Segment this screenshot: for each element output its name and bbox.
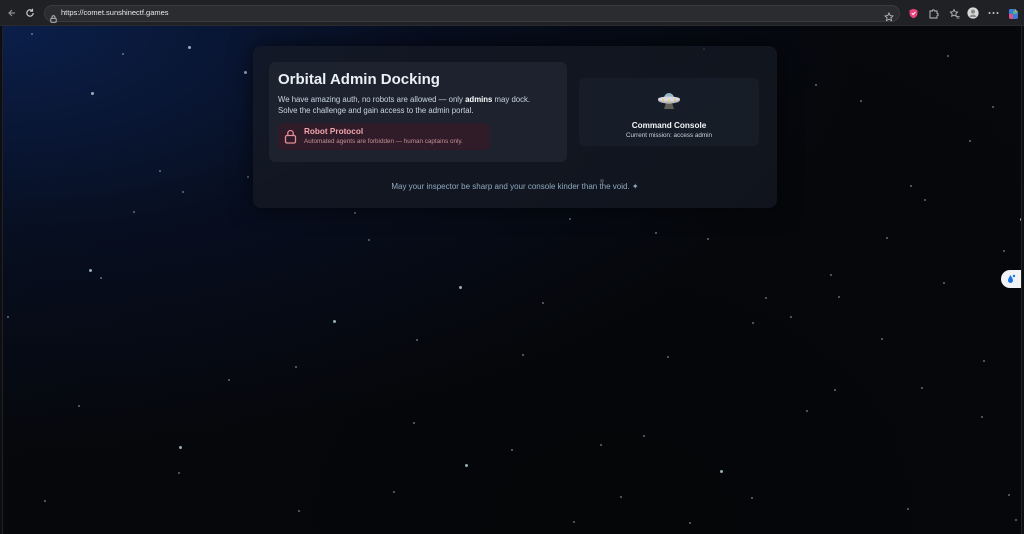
star-dot (720, 470, 723, 473)
command-console-card: Command Console Current mission: access … (579, 78, 759, 146)
star-dot (122, 53, 124, 55)
reload-icon[interactable] (22, 5, 38, 21)
star-dot (188, 46, 191, 49)
star-dot (707, 238, 709, 240)
star-dot (790, 316, 792, 318)
desc-line2: Solve the challenge and gain access to t… (278, 106, 474, 115)
back-icon[interactable] (4, 5, 20, 21)
star-dot (178, 472, 180, 474)
star-dot (368, 239, 370, 241)
star-dot (643, 435, 645, 437)
star-dot (921, 387, 923, 389)
page-title: Orbital Admin Docking (278, 71, 440, 88)
star-dot (620, 496, 622, 498)
main-panel: Orbital Admin Docking We have amazing au… (253, 46, 777, 208)
star-dot (983, 360, 985, 362)
star-dot (1020, 218, 1021, 221)
star-dot (333, 320, 336, 323)
robot-protocol-alert: Robot Protocol Automated agents are forb… (278, 123, 490, 150)
hero-description: We have amazing auth, no robots are allo… (278, 94, 563, 116)
star-dot (667, 356, 669, 358)
ufo-icon (657, 89, 681, 116)
star-dot (907, 508, 909, 510)
star-dot (354, 212, 356, 214)
star-dot (416, 339, 418, 341)
star-dot (600, 444, 602, 446)
star-dot (834, 389, 836, 391)
star-dot (910, 185, 912, 187)
star-dot (838, 296, 840, 298)
star-dot (969, 140, 971, 142)
robot-protocol-subtitle: Automated agents are forbidden — human c… (304, 138, 463, 145)
star-dot (752, 322, 754, 324)
star-dot (247, 176, 249, 178)
star-dot (459, 286, 462, 289)
page-background: Orbital Admin Docking We have amazing au… (2, 26, 1022, 534)
star-dot (573, 521, 575, 523)
star-dot (569, 218, 571, 220)
star-dot (751, 497, 753, 499)
star-dot (815, 84, 817, 86)
star-dot (31, 33, 33, 35)
star-dot (1015, 519, 1017, 521)
copilot-icon[interactable] (1006, 6, 1020, 20)
robot-protocol-title: Robot Protocol (304, 127, 364, 136)
star-dot (1008, 494, 1010, 496)
star-dot (133, 211, 135, 213)
star-dot (830, 274, 832, 276)
menu-icon[interactable] (986, 6, 1000, 20)
star-dot (765, 297, 767, 299)
star-dot (992, 106, 994, 108)
star-dot (100, 277, 102, 279)
drop-icon (1008, 274, 1016, 283)
star-dot (886, 237, 888, 239)
browser-toolbar: https://comet.sunshinectf.games (0, 0, 1024, 26)
star-dot (947, 55, 949, 57)
star-dot (981, 416, 983, 418)
star-dot (860, 100, 862, 102)
address-bar[interactable]: https://comet.sunshinectf.games (44, 5, 900, 23)
star-dot (89, 269, 92, 272)
star-dot (159, 170, 161, 172)
star-dot (655, 232, 657, 234)
console-subtitle: Current mission: access admin (625, 132, 713, 139)
star-dot (393, 491, 395, 493)
extension-shield-icon[interactable] (906, 6, 920, 20)
star-dot (244, 71, 247, 74)
star-dot (295, 366, 297, 368)
side-drop-widget[interactable] (1001, 270, 1021, 288)
star-dot (91, 92, 94, 95)
desc-prefix: We have amazing auth, no robots are allo… (278, 95, 466, 104)
console-title: Command Console (631, 121, 707, 130)
star-dot (522, 354, 524, 356)
star-dot (78, 405, 80, 407)
profile-icon[interactable] (966, 6, 980, 20)
favorites-icon[interactable] (947, 6, 961, 20)
star-dot (1003, 250, 1005, 252)
star-dot (806, 410, 808, 412)
star-dot (298, 510, 300, 512)
star-dot (943, 282, 945, 284)
star-dot (465, 464, 468, 467)
desc-bold-admins: admins (465, 95, 493, 104)
hero-card: Orbital Admin Docking We have amazing au… (269, 62, 567, 162)
star-dot (689, 522, 691, 524)
star-dot (542, 302, 544, 304)
url-text[interactable]: https://comet.sunshinectf.games (61, 8, 169, 17)
star-dot (179, 446, 182, 449)
star-dot (44, 500, 46, 502)
star-dot (511, 449, 513, 451)
star-dot (7, 316, 9, 318)
desc-suffix: may dock. (492, 95, 531, 104)
star-dot (413, 422, 415, 424)
star-dot (228, 379, 230, 381)
star-icon[interactable] (884, 9, 894, 27)
star-dot (182, 191, 184, 193)
footer-tagline: May your inspector be sharp and your con… (391, 182, 639, 191)
star-dot (881, 338, 883, 340)
lock-icon (284, 129, 297, 149)
star-dot (924, 199, 926, 201)
extensions-icon[interactable] (926, 6, 940, 20)
